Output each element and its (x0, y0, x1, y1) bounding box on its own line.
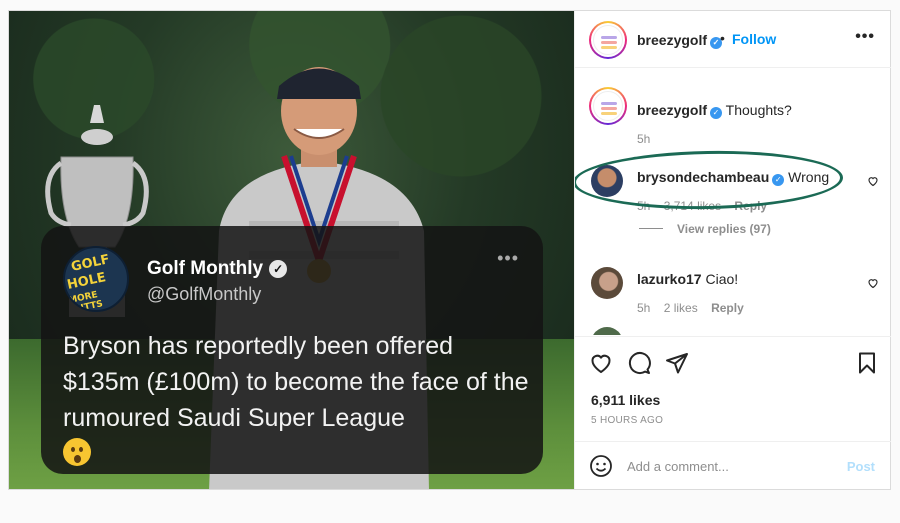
bookmark-icon[interactable] (855, 351, 879, 375)
author-username[interactable]: breezygolf ✓ (637, 32, 723, 49)
comment-avatar[interactable] (589, 87, 627, 125)
post-image[interactable]: GOLF HOLE MORE PUTTS Golf Monthly ✓ @Golf… (9, 11, 574, 489)
comment-avatar[interactable] (591, 327, 623, 335)
reply-button[interactable]: Reply (711, 301, 744, 315)
verified-icon: ✓ (710, 107, 723, 119)
tweet-card: GOLF HOLE MORE PUTTS Golf Monthly ✓ @Golf… (41, 226, 543, 474)
comment-icon[interactable] (627, 351, 651, 375)
astonished-emoji-icon (63, 438, 91, 466)
heart-icon[interactable] (867, 175, 879, 187)
comment-time: 5h (637, 132, 651, 146)
post-comment-button[interactable]: Post (847, 459, 875, 474)
separator: • (720, 30, 725, 46)
add-comment-input[interactable]: Add a comment... (627, 459, 729, 474)
tweet-handle: @GolfMonthly (147, 284, 262, 304)
tweet-author-name: Golf Monthly ✓ (147, 258, 288, 280)
view-replies-button[interactable]: View replies (97) (639, 222, 771, 236)
instagram-post: GOLF HOLE MORE PUTTS Golf Monthly ✓ @Golf… (8, 10, 891, 490)
post-actions: 6,911 likes 5 HOURS AGO (575, 336, 891, 441)
post-timestamp: 5 HOURS AGO (591, 415, 664, 426)
follow-button[interactable]: Follow (732, 31, 776, 47)
golf-monthly-avatar: GOLF HOLE MORE PUTTS (63, 246, 129, 312)
comment-text: Thoughts? (725, 102, 792, 118)
comment-username[interactable]: breezygolf (637, 102, 707, 118)
more-options-icon[interactable]: ••• (855, 28, 875, 46)
like-heart-icon[interactable] (589, 351, 613, 375)
comment-time: 5h (637, 301, 651, 315)
likes-count[interactable]: 6,911 likes (591, 392, 660, 408)
comment-username[interactable]: lazurko17 (637, 271, 702, 287)
highlight-circle (575, 148, 844, 212)
post-header: breezygolf ✓ • Follow ••• (575, 11, 891, 68)
comments-list[interactable]: breezygolf ✓ Thoughts? 5h brysondechambea… (575, 69, 891, 335)
more-icon: ••• (497, 248, 519, 268)
author-avatar[interactable] (589, 21, 627, 59)
comment-text: Ciao! (705, 271, 739, 287)
heart-icon[interactable] (867, 277, 879, 289)
emoji-icon[interactable] (589, 454, 613, 478)
verified-icon: ✓ (269, 260, 288, 278)
tweet-text: Bryson has reportedly been offered $135m… (63, 332, 529, 432)
comment-likes[interactable]: 2 likes (664, 301, 698, 315)
share-icon[interactable] (665, 351, 689, 375)
comment-avatar[interactable] (591, 267, 623, 299)
add-comment-bar: Add a comment... Post (575, 441, 891, 489)
post-sidebar: breezygolf ✓ • Follow ••• breezygolf ✓ Tho… (574, 11, 891, 489)
